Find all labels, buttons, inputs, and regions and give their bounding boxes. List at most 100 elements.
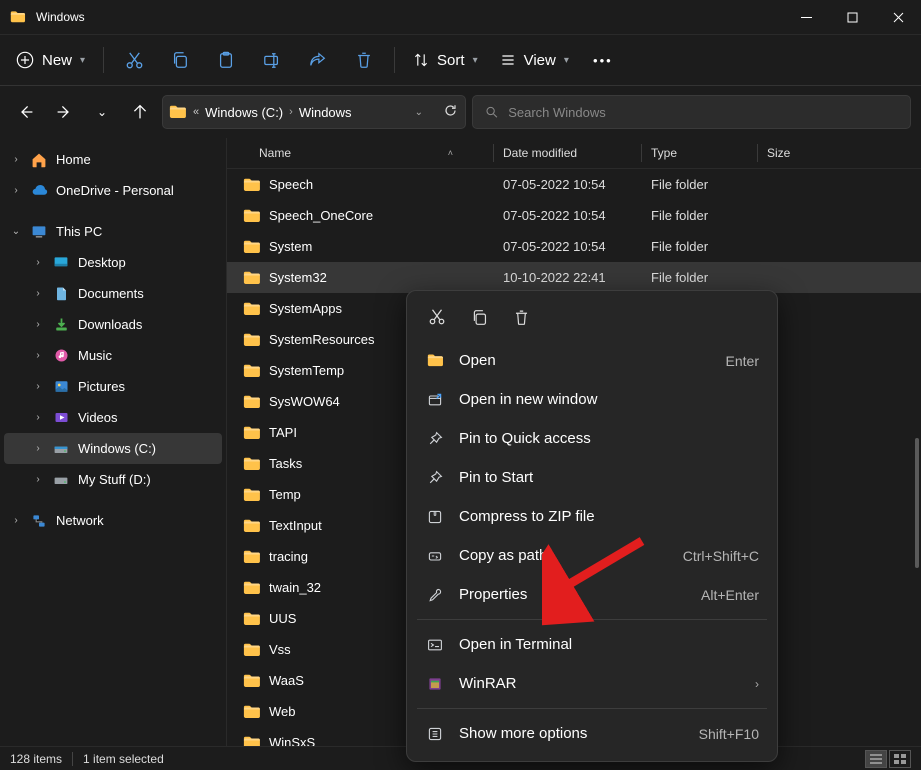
column-date[interactable]: Date modified — [493, 138, 641, 168]
ctx-copy-path[interactable]: Copy as path Ctrl+Shift+C — [411, 536, 773, 575]
table-row[interactable]: Speech_OneCore07-05-2022 10:54File folde… — [227, 200, 921, 231]
back-button[interactable] — [10, 94, 42, 130]
sidebar-item-documents[interactable]: › Documents — [4, 278, 222, 309]
file-name: SystemResources — [269, 332, 374, 347]
ctx-properties[interactable]: Properties Alt+Enter — [411, 575, 773, 614]
up-button[interactable] — [124, 94, 156, 130]
chevron-right-icon[interactable]: › — [32, 257, 44, 268]
more-button[interactable]: ••• — [583, 41, 623, 79]
file-type: File folder — [641, 270, 757, 285]
copy-button[interactable] — [160, 41, 200, 79]
refresh-icon — [443, 103, 458, 118]
folder-icon — [243, 362, 261, 380]
ctx-pin-start[interactable]: Pin to Start — [411, 458, 773, 497]
file-name: Temp — [269, 487, 301, 502]
ctx-pin-quick[interactable]: Pin to Quick access — [411, 419, 773, 458]
ctx-more-options[interactable]: Show more options Shift+F10 — [411, 714, 773, 753]
chevron-right-icon[interactable]: › — [32, 350, 44, 361]
copy-icon — [471, 309, 488, 326]
paste-button[interactable] — [206, 41, 246, 79]
winrar-icon — [425, 676, 445, 692]
file-name: Tasks — [269, 456, 302, 471]
sidebar-label: Documents — [78, 286, 144, 301]
file-name: System32 — [269, 270, 327, 285]
ctx-copy-button[interactable] — [461, 301, 497, 333]
view-label: View — [524, 52, 556, 69]
thumbnails-view-button[interactable] — [889, 750, 911, 768]
share-button[interactable] — [298, 41, 338, 79]
ctx-open[interactable]: Open Enter — [411, 341, 773, 380]
folder-icon — [243, 393, 261, 411]
breadcrumb-folder[interactable]: Windows — [299, 105, 352, 120]
rename-button[interactable] — [252, 41, 292, 79]
sidebar-item-home[interactable]: › Home — [4, 144, 222, 175]
folder-icon — [243, 455, 261, 473]
nav-row: ⌄ « Windows (C:) › Windows ⌄ — [0, 86, 921, 138]
sidebar-label: Music — [78, 348, 112, 363]
refresh-button[interactable] — [435, 103, 459, 121]
view-button[interactable]: View ▾ — [492, 46, 577, 75]
sidebar-item-music[interactable]: › Music — [4, 340, 222, 371]
sidebar-item-desktop[interactable]: › Desktop — [4, 247, 222, 278]
chevron-down-icon[interactable]: ⌄ — [409, 107, 429, 118]
chevron-right-icon[interactable]: › — [32, 443, 44, 454]
scrollbar[interactable] — [915, 438, 919, 568]
chevron-right-icon[interactable]: › — [10, 515, 22, 526]
new-button[interactable]: New ▾ — [8, 45, 93, 75]
folder-icon — [243, 672, 261, 690]
folder-open-icon — [425, 352, 445, 369]
chevron-right-icon[interactable]: › — [32, 474, 44, 485]
cut-button[interactable] — [114, 41, 154, 79]
column-type[interactable]: Type — [641, 138, 757, 168]
videos-icon — [52, 409, 70, 427]
sidebar-item-cdrive[interactable]: › Windows (C:) — [4, 433, 222, 464]
folder-icon — [169, 103, 187, 121]
chevron-right-icon[interactable]: › — [32, 381, 44, 392]
table-row[interactable]: Speech07-05-2022 10:54File folder — [227, 169, 921, 200]
minimize-button[interactable] — [783, 0, 829, 34]
column-name[interactable]: Name ˄ — [227, 138, 493, 168]
ctx-terminal[interactable]: Open in Terminal — [411, 625, 773, 664]
chevron-right-icon[interactable]: › — [10, 185, 22, 196]
chevron-right-icon[interactable]: › — [32, 412, 44, 423]
chevron-down-icon[interactable]: ⌄ — [10, 226, 22, 237]
search-bar[interactable] — [472, 95, 911, 129]
sidebar-item-onedrive[interactable]: › OneDrive - Personal — [4, 175, 222, 206]
address-bar[interactable]: « Windows (C:) › Windows ⌄ — [162, 95, 466, 129]
sort-button[interactable]: Sort ▾ — [405, 46, 486, 75]
table-row[interactable]: System3210-10-2022 22:41File folder — [227, 262, 921, 293]
file-name: WinSxS — [269, 735, 315, 746]
ctx-cut-button[interactable] — [419, 301, 455, 333]
search-input[interactable] — [508, 105, 898, 120]
folder-icon — [243, 517, 261, 535]
chevron-right-icon[interactable]: › — [32, 319, 44, 330]
maximize-button[interactable] — [829, 0, 875, 34]
chevron-right-icon[interactable]: › — [10, 154, 22, 165]
file-type: File folder — [641, 177, 757, 192]
details-view-button[interactable] — [865, 750, 887, 768]
close-button[interactable] — [875, 0, 921, 34]
recent-button[interactable]: ⌄ — [86, 94, 118, 130]
file-date: 07-05-2022 10:54 — [493, 208, 641, 223]
sidebar-item-ddrive[interactable]: › My Stuff (D:) — [4, 464, 222, 495]
table-row[interactable]: System07-05-2022 10:54File folder — [227, 231, 921, 262]
pin-icon — [425, 470, 445, 486]
sidebar-item-network[interactable]: › Network — [4, 505, 222, 536]
ctx-delete-button[interactable] — [503, 301, 539, 333]
search-icon — [485, 105, 498, 119]
column-size[interactable]: Size — [757, 138, 847, 168]
delete-button[interactable] — [344, 41, 384, 79]
breadcrumb-drive[interactable]: Windows (C:) — [205, 105, 283, 120]
sidebar-item-thispc[interactable]: ⌄ This PC — [4, 216, 222, 247]
ctx-winrar[interactable]: WinRAR › — [411, 664, 773, 703]
sidebar-label: Network — [56, 513, 104, 528]
forward-button[interactable] — [48, 94, 80, 130]
sidebar-item-pictures[interactable]: › Pictures — [4, 371, 222, 402]
sidebar-item-downloads[interactable]: › Downloads — [4, 309, 222, 340]
chevron-right-icon[interactable]: › — [32, 288, 44, 299]
folder-icon — [243, 486, 261, 504]
ctx-open-new-window[interactable]: Open in new window — [411, 380, 773, 419]
sidebar-item-videos[interactable]: › Videos — [4, 402, 222, 433]
plus-circle-icon — [16, 51, 34, 69]
ctx-zip[interactable]: Compress to ZIP file — [411, 497, 773, 536]
